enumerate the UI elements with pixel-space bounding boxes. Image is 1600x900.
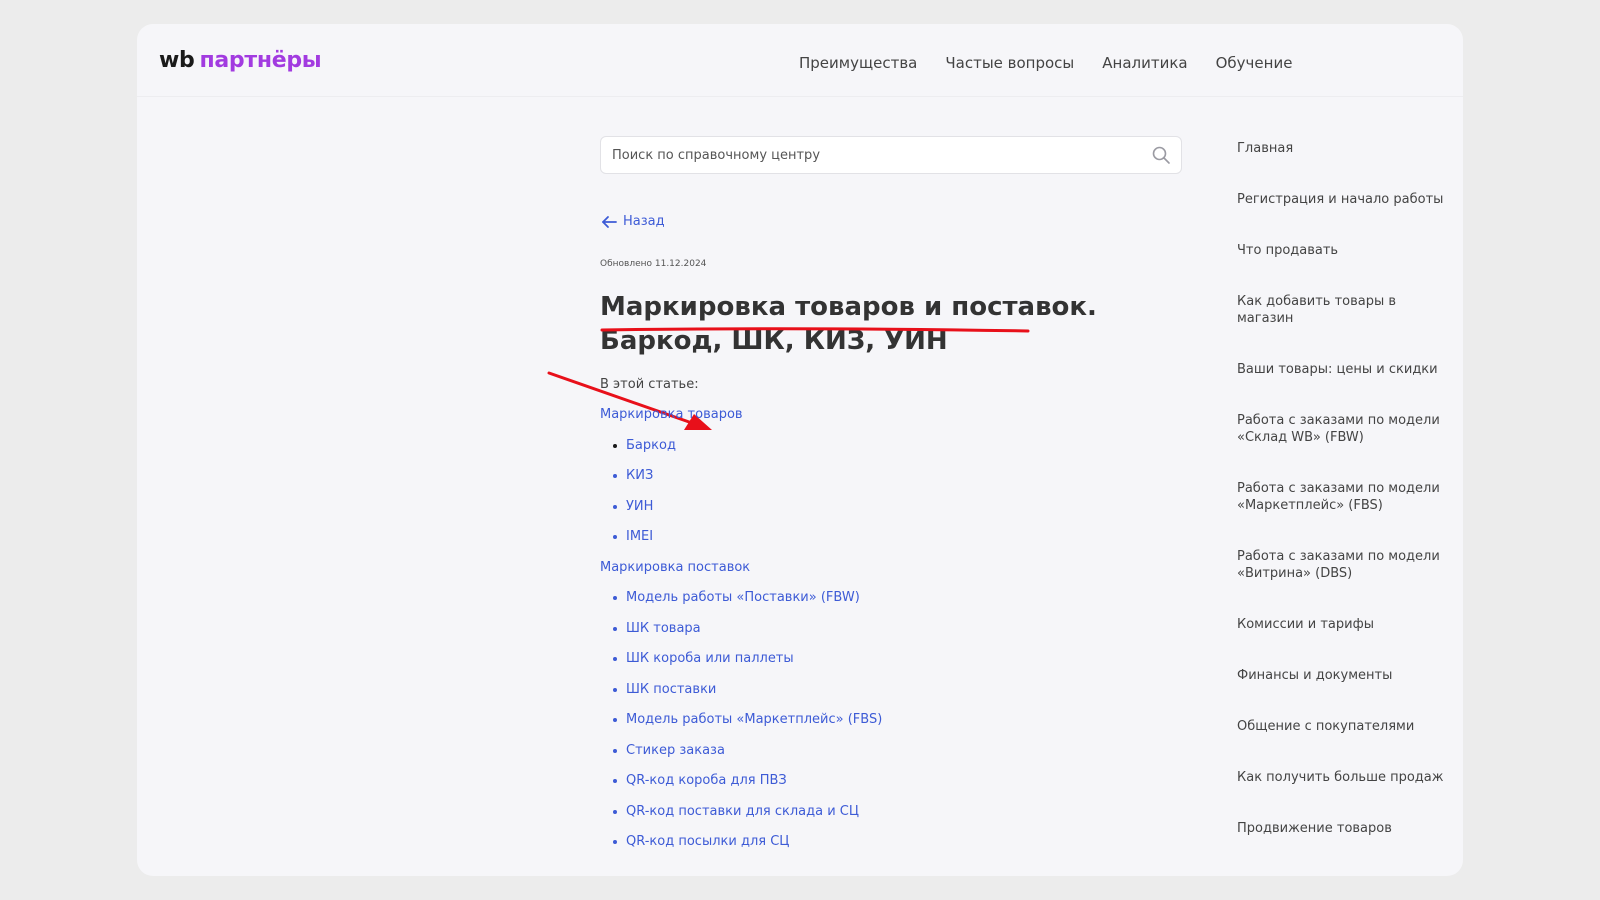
sidebar-item-fbw[interactable]: Работа с заказами по модели «Склад WB» (… bbox=[1237, 412, 1452, 446]
bullet bbox=[613, 809, 617, 814]
toc-section-supplies[interactable]: Маркировка поставок bbox=[600, 558, 882, 589]
bullet bbox=[613, 657, 617, 661]
toc-item[interactable]: IMEI bbox=[600, 527, 882, 558]
toc-item-label: Стикер заказа bbox=[626, 742, 725, 758]
toc-item[interactable]: Модель работы «Маркетплейс» (FBS) bbox=[600, 710, 882, 741]
search-icon[interactable] bbox=[1151, 145, 1171, 165]
bullet bbox=[613, 535, 617, 539]
toc-item-label: Модель работы «Поставки» (FBW) bbox=[626, 590, 860, 605]
toc-item[interactable]: ШК короба или паллеты bbox=[600, 649, 882, 680]
sidebar-item-home[interactable]: Главная bbox=[1237, 140, 1452, 157]
sidebar-item-what-to-sell[interactable]: Что продавать bbox=[1237, 242, 1452, 259]
toc-item[interactable]: QR-код короба для ПВЗ bbox=[600, 771, 882, 802]
back-label: Назад bbox=[623, 214, 665, 229]
sidebar-item-add-goods[interactable]: Как добавить товары в магазин bbox=[1237, 293, 1452, 327]
sidebar-item-fbs[interactable]: Работа с заказами по модели «Маркетплейс… bbox=[1237, 480, 1452, 514]
nav-faq[interactable]: Частые вопросы bbox=[945, 54, 1074, 72]
nav-advantages[interactable]: Преимущества bbox=[799, 54, 917, 72]
sidebar-nav: Главная Регистрация и начало работы Что … bbox=[1237, 140, 1452, 837]
toc-item[interactable]: Стикер заказа bbox=[600, 741, 882, 772]
toc-item-label: Баркод bbox=[626, 437, 676, 453]
browser-page: wb партнёры Преимущества Частые вопросы … bbox=[137, 24, 1463, 876]
bullet bbox=[613, 840, 617, 844]
top-nav: Преимущества Частые вопросы Аналитика Об… bbox=[799, 54, 1292, 72]
sidebar-item-promotion[interactable]: Продвижение товаров bbox=[1237, 820, 1452, 837]
table-of-contents: Маркировка товаров Баркод КИЗ УИН IMEI М… bbox=[600, 405, 882, 863]
toc-item-label: QR-код посылки для СЦ bbox=[626, 834, 790, 849]
sidebar-item-more-sales[interactable]: Как получить больше продаж bbox=[1237, 769, 1452, 786]
updated-date: Обновлено 11.12.2024 bbox=[600, 259, 707, 269]
toc-item-label: УИН bbox=[626, 498, 654, 514]
nav-learning[interactable]: Обучение bbox=[1216, 54, 1293, 72]
logo-partners: партнёры bbox=[199, 48, 322, 73]
site-header: wb партнёры Преимущества Частые вопросы … bbox=[137, 24, 1463, 97]
sidebar-item-finance[interactable]: Финансы и документы bbox=[1237, 667, 1452, 684]
toc-intro: В этой статье: bbox=[600, 377, 699, 392]
annotation-underline bbox=[600, 327, 1030, 333]
arrow-left-icon bbox=[602, 215, 617, 228]
bullet bbox=[613, 504, 617, 509]
toc-item[interactable]: Модель работы «Поставки» (FBW) bbox=[600, 588, 882, 619]
search-box bbox=[600, 136, 1182, 174]
logo-wb: wb bbox=[159, 48, 195, 73]
bullet bbox=[613, 596, 617, 600]
bullet bbox=[613, 443, 617, 448]
bullet bbox=[613, 718, 617, 722]
toc-item[interactable]: КИЗ bbox=[600, 466, 882, 497]
bullet bbox=[613, 687, 617, 692]
toc-item[interactable]: ШК поставки bbox=[600, 680, 882, 711]
toc-item[interactable]: ШК товара bbox=[600, 619, 882, 650]
toc-section-goods[interactable]: Маркировка товаров bbox=[600, 405, 882, 436]
sidebar-item-registration[interactable]: Регистрация и начало работы bbox=[1237, 191, 1452, 208]
toc-item-label: Модель работы «Маркетплейс» (FBS) bbox=[626, 712, 883, 727]
back-link[interactable]: Назад bbox=[601, 214, 665, 229]
toc-item-label: QR-код короба для ПВЗ bbox=[626, 773, 787, 788]
bullet bbox=[613, 626, 617, 631]
toc-item-label: QR-код поставки для склада и СЦ bbox=[626, 803, 859, 819]
sidebar-item-dbs[interactable]: Работа с заказами по модели «Витрина» (D… bbox=[1237, 548, 1452, 582]
toc-item-label: ШК короба или паллеты bbox=[626, 651, 794, 666]
search-input[interactable] bbox=[601, 137, 1181, 173]
sidebar-item-commissions[interactable]: Комиссии и тарифы bbox=[1237, 616, 1452, 633]
sidebar-item-customers[interactable]: Общение с покупателями bbox=[1237, 718, 1452, 735]
toc-item[interactable]: QR-код поставки для склада и СЦ bbox=[600, 802, 882, 833]
toc-item[interactable]: Баркод bbox=[600, 436, 882, 467]
logo[interactable]: wb партнёры bbox=[159, 48, 322, 73]
toc-item-label: IMEI bbox=[626, 529, 654, 544]
toc-item[interactable]: УИН bbox=[600, 497, 882, 528]
bullet bbox=[613, 779, 617, 783]
sidebar-item-prices[interactable]: Ваши товары: цены и скидки bbox=[1237, 361, 1452, 378]
toc-item-label: ШК поставки bbox=[626, 681, 717, 697]
toc-item-label: КИЗ bbox=[626, 468, 654, 483]
nav-analytics[interactable]: Аналитика bbox=[1102, 54, 1187, 72]
toc-item[interactable]: QR-код посылки для СЦ bbox=[600, 832, 882, 863]
toc-item-label: ШК товара bbox=[626, 620, 701, 636]
bullet bbox=[613, 474, 617, 478]
bullet bbox=[613, 748, 617, 753]
